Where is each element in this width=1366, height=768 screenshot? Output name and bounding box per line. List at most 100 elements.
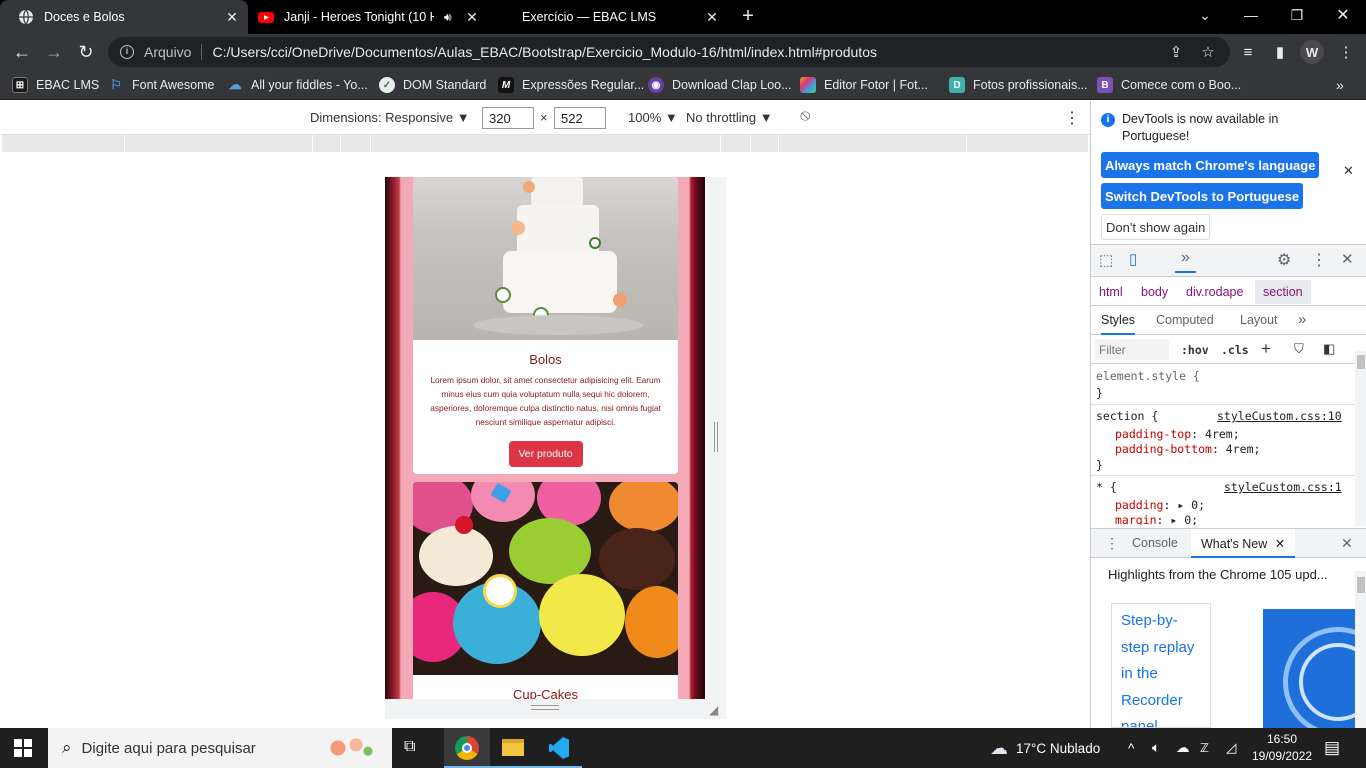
speaker-icon[interactable]: 🔈︎ xyxy=(1152,728,1160,768)
paint-icon[interactable]: ⛉ xyxy=(1294,341,1304,357)
bookmark-bootstrap[interactable]: B Comece com o Boo... xyxy=(1097,76,1241,94)
close-notice-icon[interactable]: ✕ xyxy=(1343,163,1354,179)
tab-computed[interactable]: Computed xyxy=(1156,313,1214,327)
reload-icon[interactable]: ↻ xyxy=(72,38,100,66)
devtools-close-icon[interactable]: ✕ xyxy=(1341,250,1354,268)
clock[interactable]: 16:50 19/09/2022 xyxy=(1252,731,1312,765)
chevron-down-icon[interactable]: ⌄ xyxy=(1182,0,1228,30)
dimensions-select[interactable]: Dimensions: Responsive ▼ xyxy=(310,110,470,125)
ver-produto-button[interactable]: Ver produto xyxy=(508,441,583,467)
new-tab-icon[interactable]: + xyxy=(736,6,760,28)
tab-styles[interactable]: Styles xyxy=(1101,313,1136,335)
wifi-icon[interactable]: ◿ xyxy=(1226,728,1236,768)
breadcrumb-html[interactable]: html xyxy=(1099,285,1123,299)
media-control-icon[interactable]: ≡ xyxy=(1236,40,1260,64)
rule-source-link[interactable]: styleCustom.css:1 xyxy=(1224,480,1342,494)
forward-icon[interactable]: → xyxy=(40,38,68,66)
restore-icon[interactable]: ❐ xyxy=(1274,0,1320,30)
more-options-icon[interactable]: ⋮ xyxy=(1064,108,1080,128)
more-panels-icon[interactable]: » xyxy=(1175,249,1196,273)
drawer-tab-whats-new[interactable]: What's New ✕ xyxy=(1191,529,1296,558)
breadcrumb-body[interactable]: body xyxy=(1141,285,1168,299)
css-declaration[interactable]: margin: ▸ 0; xyxy=(1115,513,1198,525)
breadcrumb-section[interactable]: section xyxy=(1255,280,1311,304)
times-label: × xyxy=(540,110,548,125)
address-bar[interactable]: i Arquivo C:/Users/cci/OneDrive/Document… xyxy=(108,37,1230,67)
tab-close-icon[interactable]: ✕ xyxy=(224,9,240,25)
tab-doces-e-bolos[interactable]: Doces e Bolos ✕ xyxy=(0,0,248,34)
breadcrumb-div-rodape[interactable]: div.rodape xyxy=(1186,285,1243,299)
styles-filter-bar: :hov .cls + ⛉ ◧ xyxy=(1091,336,1366,364)
bookmark-jsfiddle[interactable]: ☁ All your fiddles - Yo... xyxy=(227,76,368,94)
windows-start-icon[interactable] xyxy=(14,739,32,757)
width-input[interactable] xyxy=(482,107,534,129)
menu-icon[interactable]: ⋮ xyxy=(1334,40,1358,64)
taskbar-search[interactable]: ⌕ Digite aqui para pesquisar xyxy=(48,728,392,768)
bookmark-regex[interactable]: M Expressões Regular... xyxy=(498,76,644,94)
window-close-icon[interactable]: ✕ xyxy=(1320,0,1366,30)
css-declaration[interactable]: padding: ▸ 0; xyxy=(1115,498,1205,512)
css-declaration[interactable]: padding-bottom: 4rem; xyxy=(1115,442,1260,456)
bookmark-dom-standard[interactable]: ✓ DOM Standard xyxy=(379,76,486,94)
settings-gear-icon[interactable]: ⚙ xyxy=(1277,250,1291,270)
zoom-select[interactable]: 100% ▼ xyxy=(628,110,678,125)
notifications-icon[interactable]: ▤ xyxy=(1324,728,1340,768)
back-icon[interactable]: ← xyxy=(8,38,36,66)
drawer-menu-icon[interactable]: ⋮ xyxy=(1105,535,1119,552)
switch-to-portuguese-button[interactable]: Switch DevTools to Portuguese xyxy=(1101,183,1304,209)
css-declaration[interactable]: padding-top: 4rem; xyxy=(1115,427,1240,441)
cls-toggle[interactable]: .cls xyxy=(1221,343,1249,357)
bookmark-font-awesome[interactable]: ⚐ Font Awesome xyxy=(108,76,214,94)
speaker-icon[interactable]: 🔊︎ xyxy=(444,10,452,25)
tab-close-icon[interactable]: ✕ xyxy=(464,9,480,25)
always-match-language-button[interactable]: Always match Chrome's language xyxy=(1101,152,1320,178)
tray-chevron-icon[interactable]: ^ xyxy=(1128,728,1134,768)
resize-handle-bottom[interactable]: ◢ xyxy=(385,699,726,719)
minimize-icon[interactable]: — xyxy=(1228,0,1274,30)
bookmark-ebac-lms[interactable]: ⊞ EBAC LMS xyxy=(12,76,99,94)
devtools-menu-icon[interactable]: ⋮ xyxy=(1311,250,1327,270)
ime-icon[interactable]: ℤ xyxy=(1200,728,1209,768)
drawer-tab-console[interactable]: Console xyxy=(1132,536,1178,550)
new-rule-icon[interactable]: + xyxy=(1261,339,1271,359)
share-icon[interactable]: ⇪ xyxy=(1164,40,1188,64)
height-input[interactable] xyxy=(554,107,606,129)
bookmark-fotos[interactable]: D Fotos profissionais... xyxy=(949,76,1088,94)
info-icon[interactable]: i xyxy=(120,45,134,59)
drawer-close-icon[interactable]: ✕ xyxy=(1341,535,1353,552)
profile-avatar[interactable]: W xyxy=(1300,40,1324,64)
media-query-bar[interactable] xyxy=(2,135,1088,152)
whats-new-scrollbar[interactable] xyxy=(1355,571,1366,728)
dont-show-again-button[interactable]: Don't show again xyxy=(1101,214,1211,240)
bookmark-clap[interactable]: ◉ Download Clap Loo... xyxy=(648,76,792,94)
resize-handle-right[interactable] xyxy=(705,177,726,699)
close-tab-icon[interactable]: ✕ xyxy=(1275,537,1285,551)
rotate-icon[interactable]: ⦸ xyxy=(800,107,810,125)
taskbar-vscode[interactable] xyxy=(536,728,582,768)
onedrive-icon[interactable]: ☁ xyxy=(1176,728,1190,768)
whats-new-card-link[interactable]: Step-by-step replay in the Recorder pane… xyxy=(1121,612,1194,727)
tab-layout[interactable]: Layout xyxy=(1240,313,1278,327)
tab-exercicio[interactable]: Exercício — EBAC LMS ✕ xyxy=(488,0,728,34)
whats-new-card[interactable]: Step-by-step replay in the Recorder pane… xyxy=(1111,603,1211,728)
side-panel-icon[interactable]: ▮ xyxy=(1268,40,1292,64)
throttling-select[interactable]: No throttling ▼ xyxy=(686,110,773,125)
taskbar-file-explorer[interactable] xyxy=(490,728,536,768)
styles-filter-input[interactable] xyxy=(1095,339,1169,360)
more-tabs-icon[interactable]: » xyxy=(1298,311,1306,328)
task-view-icon[interactable]: ⧉ xyxy=(404,738,415,756)
styles-scrollbar[interactable] xyxy=(1355,351,1366,526)
hov-toggle[interactable]: :hov xyxy=(1181,343,1209,357)
device-toggle-icon[interactable]: ▯ xyxy=(1129,250,1137,268)
tab-janji[interactable]: Janji - Heroes Tonight (10 Ho 🔊︎ ✕ xyxy=(248,0,488,34)
bookmark-fotor[interactable]: Editor Fotor | Fot... xyxy=(800,76,928,94)
tab-close-icon[interactable]: ✕ xyxy=(704,9,720,25)
sidebar-toggle-icon[interactable]: ◧ xyxy=(1323,341,1335,357)
weather-widget[interactable]: ☁ 17°C Nublado xyxy=(990,728,1100,768)
taskbar-chrome[interactable] xyxy=(444,728,490,768)
more-bookmarks-icon[interactable]: » xyxy=(1336,76,1344,94)
inspect-element-icon[interactable]: ⬚ xyxy=(1099,251,1113,269)
rule-source-link[interactable]: styleCustom.css:10 xyxy=(1217,409,1342,423)
resize-corner-icon[interactable]: ◢ xyxy=(709,703,718,717)
bookmark-star-icon[interactable]: ☆ xyxy=(1196,40,1220,64)
